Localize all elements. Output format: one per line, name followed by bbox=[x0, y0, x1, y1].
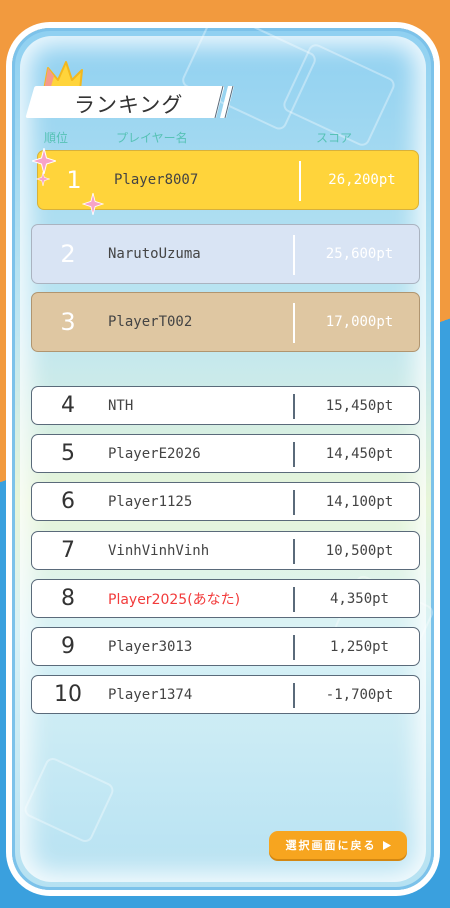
player-score: 4,350pt bbox=[329, 590, 389, 607]
player-score: -1,700pt bbox=[325, 686, 394, 703]
rank-number: 5 bbox=[61, 441, 75, 466]
row-divider bbox=[293, 683, 295, 708]
ranking-row-5: 5 PlayerE2026 14,450pt bbox=[31, 434, 420, 473]
sparkle-icon bbox=[36, 172, 50, 186]
player-score: 10,500pt bbox=[325, 542, 394, 559]
back-to-select-button[interactable]: 選択画面に戻る bbox=[269, 831, 407, 859]
sparkle-icon bbox=[82, 193, 104, 215]
ranking-row-3: 3 PlayerT002 17,000pt bbox=[31, 292, 420, 352]
page-title: ランキング bbox=[74, 93, 184, 117]
player-column-header: プレイヤー名 bbox=[116, 131, 188, 145]
player-score: 15,450pt bbox=[325, 397, 394, 414]
player-score: 25,600pt bbox=[325, 246, 394, 262]
player-score: 14,100pt bbox=[325, 493, 394, 510]
player-score: 1,250pt bbox=[329, 638, 389, 655]
player-score: 17,000pt bbox=[325, 314, 394, 330]
player-name: NTH bbox=[108, 397, 134, 414]
player-name: Player2025(あなた) bbox=[108, 591, 241, 608]
row-divider bbox=[293, 539, 295, 564]
rank-number: 3 bbox=[60, 308, 76, 336]
row-divider bbox=[293, 442, 295, 467]
back-button-label: 選択画面に戻る bbox=[285, 839, 377, 852]
row-divider bbox=[293, 635, 295, 660]
row-divider bbox=[293, 235, 295, 275]
rank-number: 7 bbox=[61, 538, 75, 563]
player-name: Player3013 bbox=[108, 638, 193, 655]
ranking-row-10: 10 Player1374 -1,700pt bbox=[31, 675, 420, 714]
ranking-row-6: 6 Player1125 14,100pt bbox=[31, 482, 420, 521]
page-title-banner: ランキング bbox=[25, 86, 234, 118]
decorative-shape bbox=[21, 755, 117, 845]
rank-number: 10 bbox=[54, 682, 82, 707]
score-column-header: スコア bbox=[316, 131, 353, 145]
player-name: VinhVinhVinh bbox=[108, 542, 210, 559]
row-divider bbox=[293, 490, 295, 515]
player-name: PlayerE2026 bbox=[108, 445, 201, 462]
rank-number: 6 bbox=[61, 489, 75, 514]
player-score: 14,450pt bbox=[325, 445, 394, 462]
row-divider bbox=[293, 394, 295, 419]
player-name: PlayerT002 bbox=[108, 314, 193, 330]
ranking-row-4: 4 NTH 15,450pt bbox=[31, 386, 420, 425]
ranking-row-2: 2 NarutoUzuma 25,600pt bbox=[31, 224, 420, 284]
sparkle-icon bbox=[32, 148, 56, 174]
play-arrow-icon bbox=[382, 840, 391, 850]
player-name: Player1125 bbox=[108, 493, 193, 510]
rank-column-header: 順位 bbox=[44, 131, 69, 145]
player-name: NarutoUzuma bbox=[108, 246, 201, 262]
ranking-row-8-current-player: 8 Player2025(あなた) 4,350pt bbox=[31, 579, 420, 618]
rank-number: 9 bbox=[61, 634, 75, 659]
ranking-row-9: 9 Player3013 1,250pt bbox=[31, 627, 420, 666]
player-name: Player8007 bbox=[114, 172, 199, 188]
row-divider bbox=[293, 587, 295, 612]
player-name: Player1374 bbox=[108, 686, 193, 703]
player-score: 26,200pt bbox=[328, 172, 396, 188]
rank-number: 8 bbox=[61, 586, 75, 611]
row-divider bbox=[293, 303, 295, 343]
rank-number: 4 bbox=[61, 393, 75, 418]
row-divider bbox=[299, 161, 301, 201]
ranking-row-7: 7 VinhVinhVinh 10,500pt bbox=[31, 531, 420, 570]
rank-number: 2 bbox=[60, 240, 76, 268]
